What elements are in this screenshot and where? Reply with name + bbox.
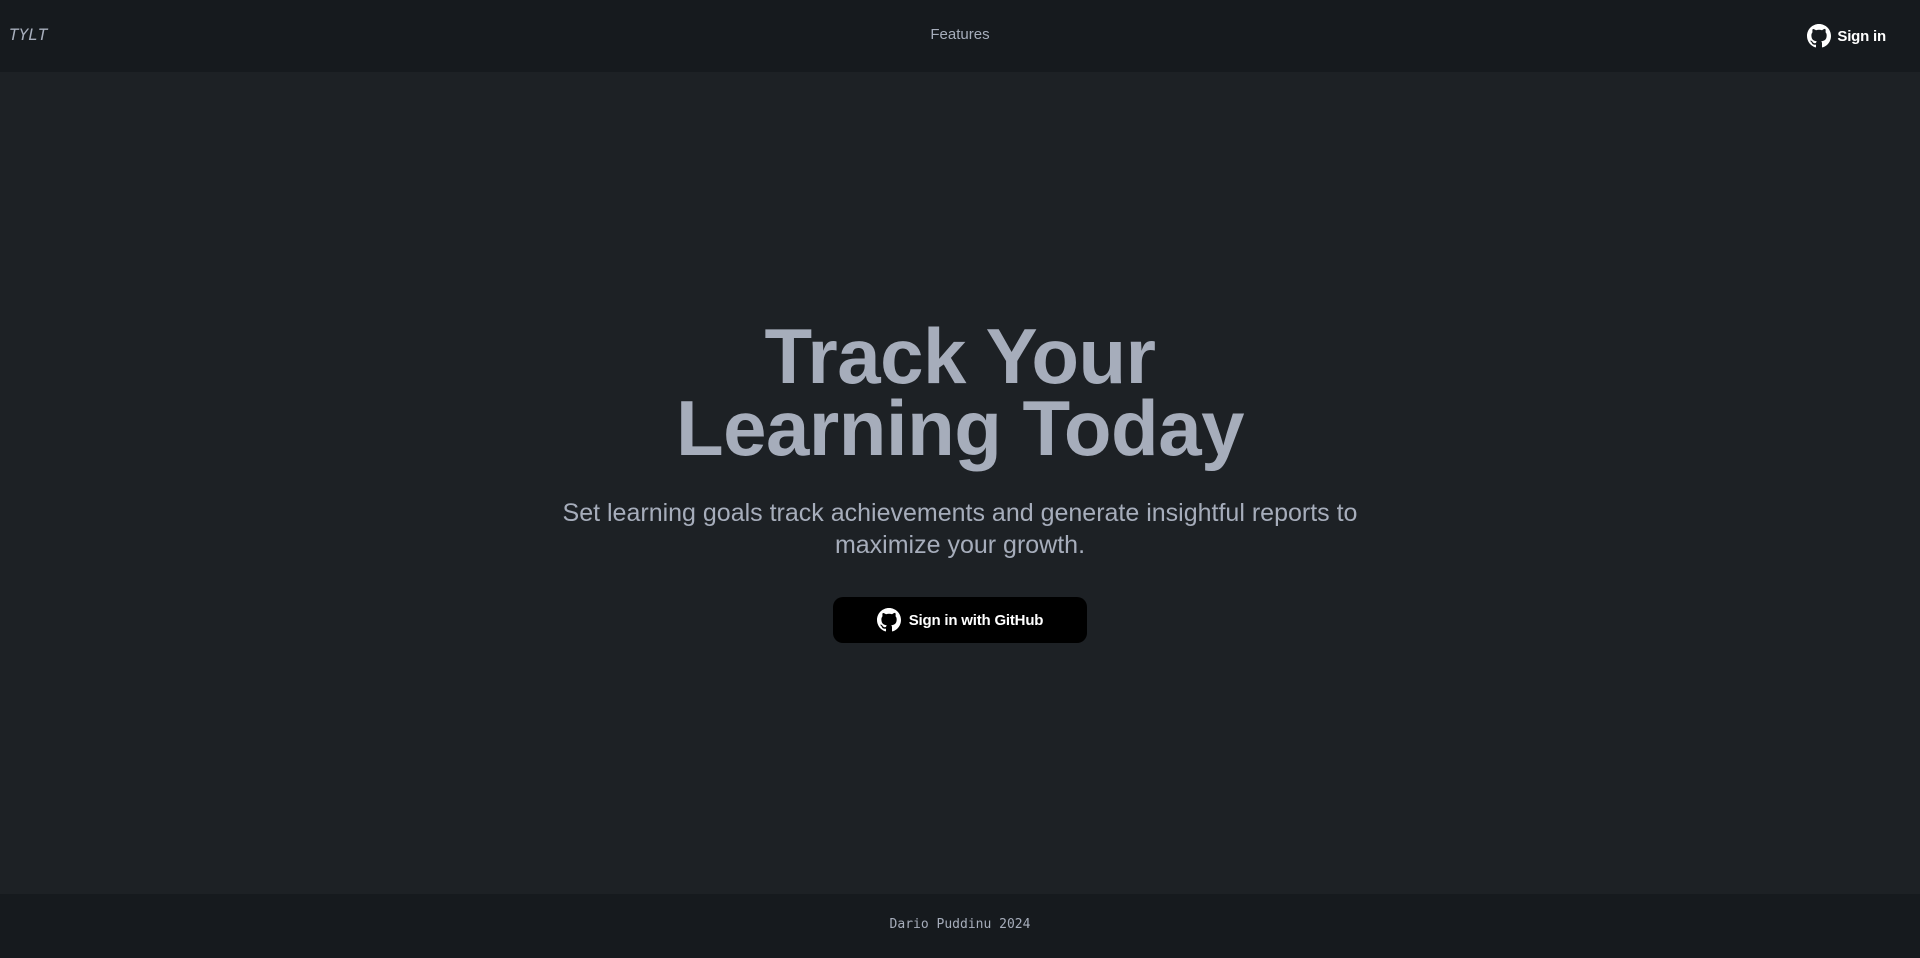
signin-github-label: Sign in with GitHub: [908, 611, 1044, 629]
github-icon: [876, 608, 901, 632]
signin-github-button[interactable]: Sign in with GitHub: [833, 597, 1087, 643]
hero-title-line2: Learning Today: [676, 384, 1244, 472]
header-signin-label: Sign in: [1837, 27, 1886, 45]
hero-section: Track Your Learning Today Set learning g…: [0, 72, 1920, 894]
hero-title: Track Your Learning Today: [0, 312, 1920, 472]
hero-subtitle: Set learning goals track achievements an…: [562, 499, 1358, 559]
footer-copyright: Dario Puddinu 2024: [889, 917, 1031, 932]
hero-title-line1: Track Your: [764, 312, 1156, 400]
nav-center: Features: [0, 26, 1920, 43]
top-navbar: TYLT Features Sign in: [0, 0, 1920, 72]
nav-link-features[interactable]: Features: [930, 26, 989, 43]
header-signin-button[interactable]: Sign in: [1807, 21, 1886, 51]
footer: Dario Puddinu 2024: [0, 894, 1920, 958]
github-icon: [1807, 24, 1832, 48]
